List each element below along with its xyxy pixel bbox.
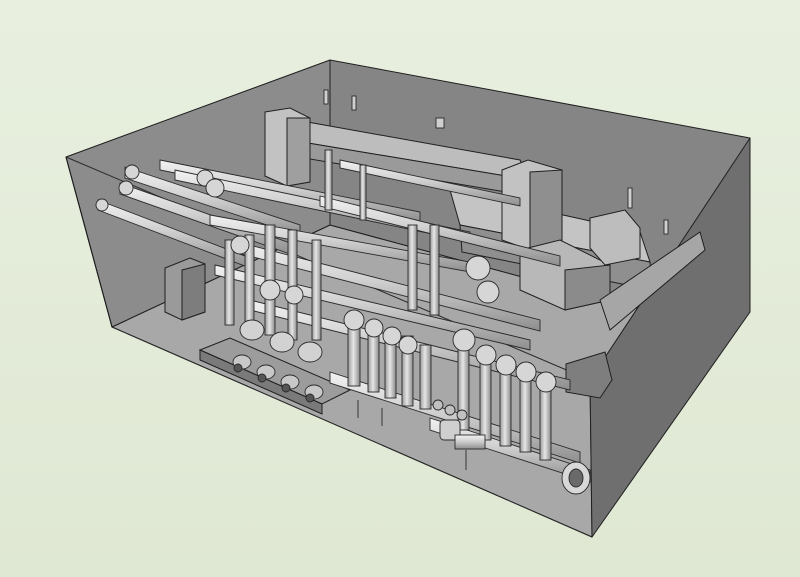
pump — [297, 341, 323, 363]
pump — [269, 331, 295, 353]
electrical-panel — [164, 257, 206, 321]
isometric-plant-room-model — [65, 59, 751, 538]
pump — [239, 319, 265, 341]
model-viewport[interactable] — [0, 0, 800, 577]
